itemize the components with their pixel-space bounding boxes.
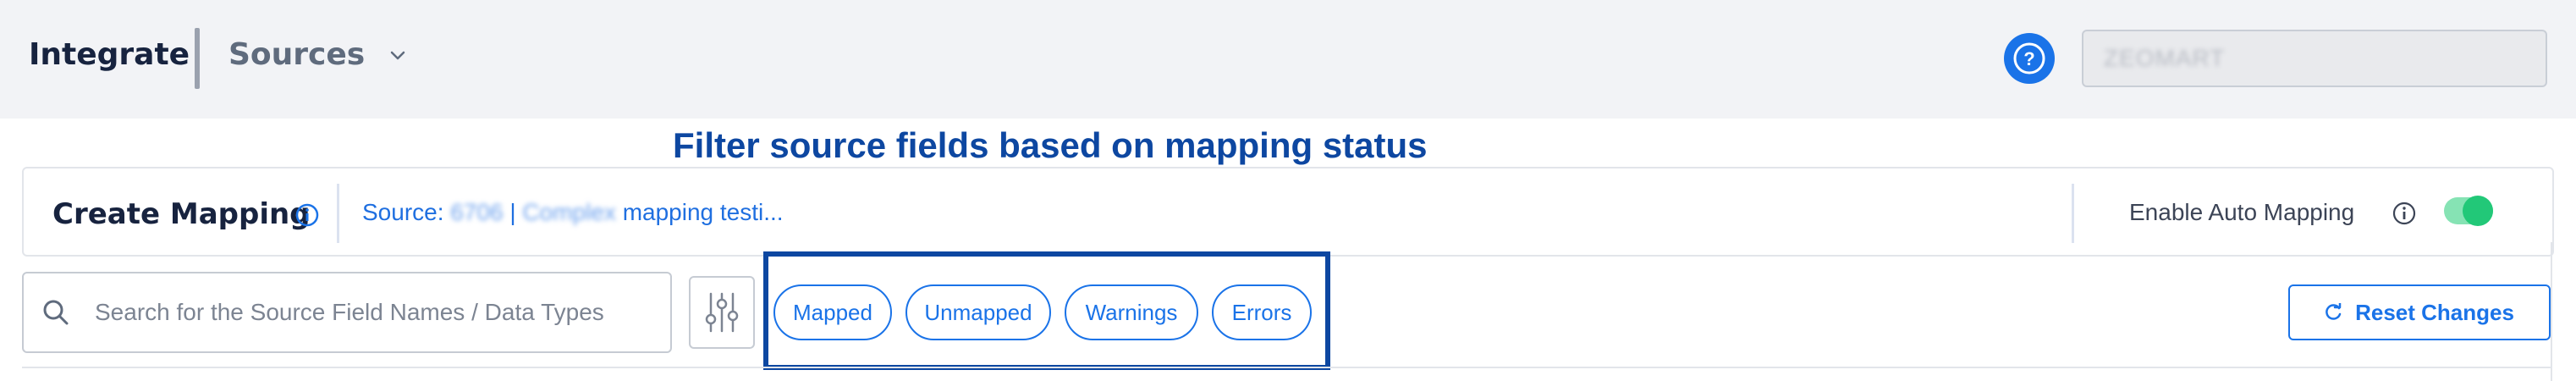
content-divider <box>22 367 2552 368</box>
filter-errors-button[interactable]: Errors <box>1212 284 1312 340</box>
source-name: mapping testi... <box>622 199 784 225</box>
toggle-knob <box>2463 196 2493 226</box>
annotation-title: Filter source fields based on mapping st… <box>673 125 1428 165</box>
sliders-icon <box>705 292 739 333</box>
source-separator: | <box>509 199 516 225</box>
title-divider <box>195 28 200 89</box>
search-box[interactable] <box>22 272 672 353</box>
panel-edge <box>2551 242 2552 381</box>
account-name: ZEOMART <box>2104 45 2226 71</box>
filter-mapped-button[interactable]: Mapped <box>773 284 892 340</box>
create-mapping-card: Create Mapping Source: 6706 | Complex ma… <box>22 167 2554 257</box>
filter-settings-button[interactable] <box>689 276 755 349</box>
info-icon[interactable] <box>294 202 320 228</box>
reset-changes-button[interactable]: Reset Changes <box>2288 284 2551 340</box>
help-button[interactable]: ? <box>2004 33 2055 84</box>
filter-warnings-button[interactable]: Warnings <box>1065 284 1198 340</box>
refresh-icon <box>2326 303 2342 320</box>
app-title: Integrate <box>29 37 190 72</box>
card-divider-right <box>2072 184 2074 243</box>
filter-unmapped-button[interactable]: Unmapped <box>905 284 1051 340</box>
source-info: Source: 6706 | Complex mapping testi... <box>362 199 784 226</box>
svg-text:?: ? <box>2023 48 2034 69</box>
source-type: Complex <box>522 199 616 225</box>
sources-dropdown[interactable]: Sources <box>228 37 407 72</box>
search-icon <box>43 300 69 325</box>
page-title: Create Mapping <box>52 197 311 231</box>
auto-mapping-toggle[interactable] <box>2444 196 2493 226</box>
card-divider <box>337 184 339 243</box>
reset-label: Reset Changes <box>2355 299 2514 325</box>
account-selector[interactable]: ZEOMART <box>2082 30 2547 87</box>
source-prefix: Source: <box>362 199 444 225</box>
top-bar: Integrate Sources ? ZEOMART <box>0 0 2576 119</box>
source-id: 6706 <box>450 199 504 225</box>
auto-mapping-label: Enable Auto Mapping <box>2129 199 2355 225</box>
sources-label: Sources <box>228 37 366 72</box>
chevron-down-icon <box>390 51 405 59</box>
help-icon: ? <box>2013 42 2045 75</box>
search-input[interactable] <box>93 298 638 327</box>
info-icon[interactable] <box>2392 201 2417 226</box>
